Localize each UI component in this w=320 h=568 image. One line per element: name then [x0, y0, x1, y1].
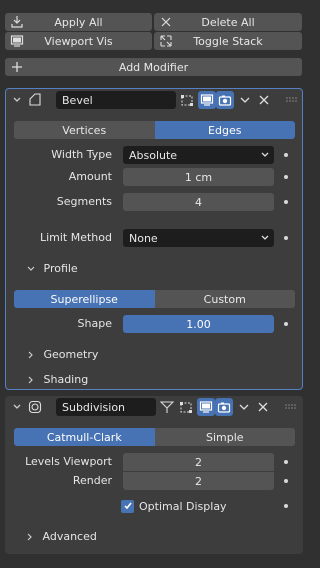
segments-value: 4: [195, 195, 202, 209]
amount-label: Amount: [68, 170, 112, 183]
subdivision-modifier-panel: Subdivision Catmull-Clark Simple Levels …: [5, 396, 303, 554]
keyframe-dot-render[interactable]: [284, 479, 288, 483]
viewport-display-icon[interactable]: [197, 398, 215, 416]
width-type-value: Absolute: [129, 148, 178, 162]
chevron-down-icon: [261, 235, 269, 240]
geometry-label: Geometry: [43, 348, 99, 361]
render-camera-icon[interactable]: [215, 398, 233, 416]
monitor-icon: [10, 34, 24, 48]
drag-handle-icon[interactable]: [281, 398, 299, 416]
shading-subpanel-header[interactable]: Shading: [26, 371, 88, 389]
limit-method-select[interactable]: None: [123, 229, 274, 247]
bevel-name-field[interactable]: Bevel: [56, 91, 176, 109]
edit-mode-icon[interactable]: [177, 398, 195, 416]
subdivision-type-toggle: Catmull-Clark Simple: [14, 428, 295, 446]
keyframe-dot-optimal-display[interactable]: [284, 504, 288, 508]
plus-icon: [10, 60, 24, 74]
delete-all-label: Delete All: [201, 15, 255, 29]
toggle-stack-button[interactable]: Toggle Stack: [154, 32, 302, 50]
limit-method-label: Limit Method: [39, 231, 112, 244]
amount-field[interactable]: 1 cm: [123, 168, 274, 186]
levels-viewport-label: Levels Viewport: [25, 455, 112, 468]
segments-label: Segments: [56, 195, 112, 208]
bevel-name: Bevel: [62, 93, 93, 107]
subdivision-header: Subdivision: [5, 396, 303, 418]
limit-method-value: None: [129, 231, 158, 245]
optimal-display-label: Optimal Display: [139, 499, 227, 513]
bevel-header: Bevel: [6, 89, 302, 111]
toggle-stack-label: Toggle Stack: [193, 34, 263, 48]
affect-vertices-tab[interactable]: Vertices: [14, 121, 155, 139]
keyframe-dot-shape[interactable]: [284, 322, 288, 326]
subdivision-modifier-icon: [26, 398, 44, 416]
segments-field[interactable]: 4: [123, 193, 274, 211]
expand-icon: [159, 34, 173, 48]
keyframe-dot-width-type[interactable]: [284, 153, 288, 157]
simple-tab[interactable]: Simple: [154, 428, 295, 446]
keyframe-dot-segments[interactable]: [284, 200, 288, 204]
chevron-down-icon: [26, 261, 36, 279]
levels-viewport-value: 2: [195, 455, 202, 469]
affect-toggle: Vertices Edges: [14, 121, 295, 139]
profile-superellipse-tab[interactable]: Superellipse: [14, 290, 155, 308]
collapse-chevron-icon[interactable]: [8, 398, 26, 416]
delete-all-button[interactable]: Delete All: [154, 13, 302, 31]
catmull-clark-tab[interactable]: Catmull-Clark: [14, 428, 155, 446]
shading-label: Shading: [43, 373, 89, 386]
profile-type-toggle: Superellipse Custom: [14, 290, 295, 308]
apply-all-button[interactable]: Apply All: [5, 13, 152, 31]
profile-subpanel-header[interactable]: Profile: [26, 260, 78, 278]
viewport-display-icon[interactable]: [198, 91, 216, 109]
subdivision-name-field[interactable]: Subdivision: [56, 398, 156, 416]
advanced-subpanel-header[interactable]: Advanced: [25, 528, 97, 546]
geometry-subpanel-header[interactable]: Geometry: [26, 346, 98, 364]
chevron-right-icon: [26, 347, 36, 365]
levels-viewport-field[interactable]: 2: [123, 453, 274, 471]
shape-label: Shape: [77, 317, 112, 330]
optimal-display-row[interactable]: Optimal Display: [121, 497, 227, 515]
close-icon: [159, 15, 173, 29]
add-modifier-button[interactable]: Add Modifier: [5, 58, 302, 76]
dropdown-chevron-icon[interactable]: [235, 398, 253, 416]
shape-slider[interactable]: 1.00: [123, 315, 274, 333]
width-type-label: Width Type: [51, 148, 112, 161]
keyframe-dot-amount[interactable]: [284, 175, 288, 179]
viewport-vis-button[interactable]: Viewport Vis: [5, 32, 152, 50]
render-label: Render: [72, 474, 112, 487]
bevel-modifier-panel: Bevel Vertices Edges Width Type Absolute…: [5, 88, 303, 390]
bevel-modifier-icon: [26, 91, 44, 109]
viewport-vis-label: Viewport Vis: [44, 34, 113, 48]
chevron-right-icon: [26, 372, 36, 390]
shape-value: 1.00: [186, 317, 211, 331]
keyframe-dot-levels-viewport[interactable]: [284, 460, 288, 464]
profile-custom-tab[interactable]: Custom: [154, 290, 295, 308]
download-icon: [10, 15, 24, 29]
edit-mode-icon[interactable]: [178, 91, 196, 109]
remove-modifier-icon[interactable]: [254, 398, 272, 416]
render-levels-field[interactable]: 2: [123, 472, 274, 490]
checkbox-checked-icon[interactable]: [121, 499, 134, 513]
apply-all-label: Apply All: [54, 15, 103, 29]
affect-edges-tab[interactable]: Edges: [154, 121, 295, 139]
add-modifier-label: Add Modifier: [118, 60, 189, 74]
chevron-right-icon: [25, 529, 35, 547]
on-cage-icon[interactable]: [158, 398, 176, 416]
profile-label: Profile: [43, 262, 78, 275]
chevron-down-icon: [261, 152, 269, 157]
remove-modifier-icon[interactable]: [255, 91, 273, 109]
subdivision-name: Subdivision: [62, 400, 126, 414]
width-type-select[interactable]: Absolute: [123, 146, 274, 164]
amount-value: 1 cm: [184, 170, 213, 184]
drag-handle-icon[interactable]: [282, 91, 300, 109]
render-camera-icon[interactable]: [216, 91, 234, 109]
render-levels-value: 2: [195, 474, 202, 488]
advanced-label: Advanced: [42, 530, 97, 543]
dropdown-chevron-icon[interactable]: [236, 91, 254, 109]
keyframe-dot-limit-method[interactable]: [284, 236, 288, 240]
collapse-chevron-icon[interactable]: [8, 91, 26, 109]
